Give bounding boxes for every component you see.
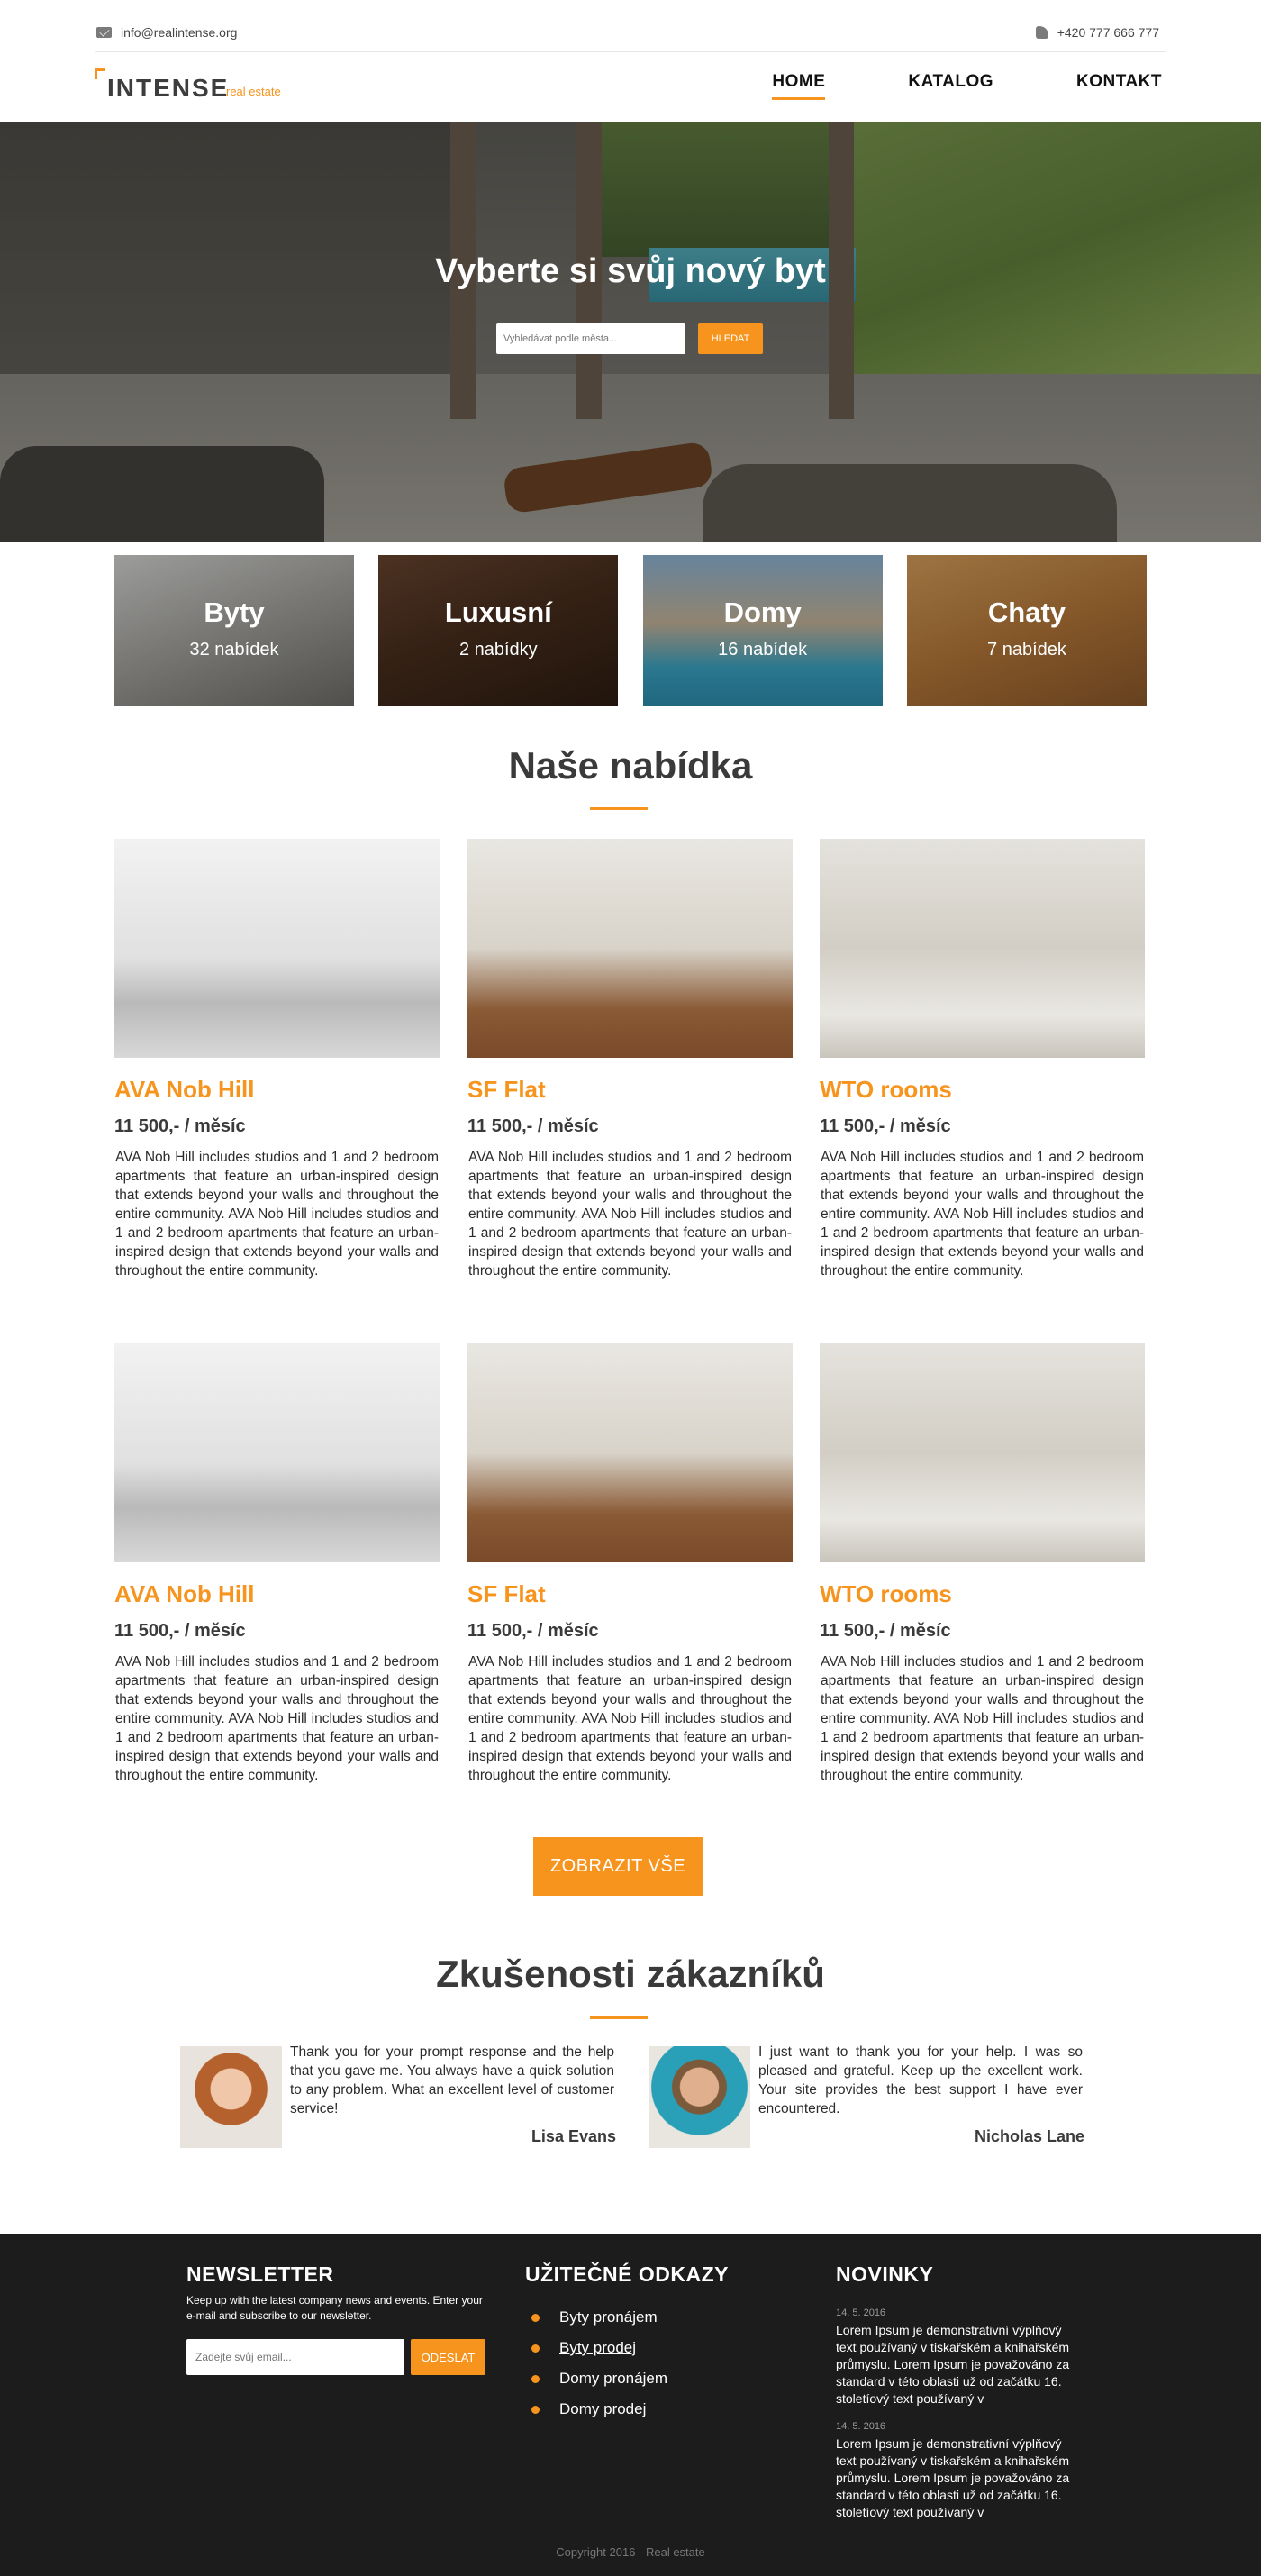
top-bar: info@realintense.org +420 777 666 777 <box>0 0 1261 52</box>
offer-card[interactable]: AVA Nob Hill 11 500,- / měsíc AVA Nob Hi… <box>114 839 440 1280</box>
category-count: 2 nabídky <box>458 640 538 660</box>
news-date: 14. 5. 2016 <box>836 2307 886 2318</box>
offers-title: Naše nabídka <box>508 744 753 787</box>
testimonial-text: Thank you for your prompt response and t… <box>290 2044 614 2116</box>
offer-description: AVA Nob Hill includes studios and 1 and … <box>468 1654 792 1783</box>
newsletter-title: NEWSLETTER <box>186 2262 334 2286</box>
site-header: INTENSE real estate HOME KATALOG KONTAKT <box>0 52 1261 122</box>
offer-name[interactable]: WTO rooms <box>820 1580 1145 1608</box>
footer-link[interactable]: Byty pronájem <box>531 2302 667 2333</box>
offer-card[interactable]: AVA Nob Hill 11 500,- / měsíc AVA Nob Hi… <box>114 1343 440 1785</box>
offer-name[interactable]: AVA Nob Hill <box>114 1580 440 1608</box>
phone-text: +420 777 666 777 <box>1057 25 1159 40</box>
offer-card[interactable]: WTO rooms 11 500,- / měsíc AVA Nob Hill … <box>820 839 1145 1280</box>
logo-corner-mark <box>95 68 105 79</box>
category-byty[interactable]: Byty 32 nabídek <box>114 555 354 706</box>
category-title: Chaty <box>987 596 1066 628</box>
phone-icon <box>1035 26 1048 39</box>
offer-price: 11 500,- / měsíc <box>467 1116 599 1136</box>
offer-price: 11 500,- / měsíc <box>467 1621 599 1641</box>
footer-link[interactable]: Byty prodej <box>531 2333 667 2363</box>
offer-name[interactable]: WTO rooms <box>820 1076 1145 1104</box>
nav-kontakt[interactable]: KONTAKT <box>1076 72 1162 100</box>
testimonial-text: I just want to thank you for your help. … <box>758 2044 1083 2116</box>
main-nav: HOME KATALOG KONTAKT <box>689 72 1162 100</box>
bullet-icon <box>531 2313 540 2322</box>
mail-icon <box>96 27 112 38</box>
testimonial: Thank you for your prompt response and t… <box>180 2044 641 2150</box>
newsletter-text: Keep up with the latest company news and… <box>186 2294 483 2322</box>
offer-image[interactable] <box>114 839 440 1058</box>
category-chaty[interactable]: Chaty 7 nabídek <box>906 555 1147 706</box>
offer-card[interactable]: SF Flat 11 500,- / měsíc AVA Nob Hill in… <box>467 839 793 1280</box>
city-search-input[interactable] <box>496 323 685 354</box>
newsletter-submit-button[interactable]: ODESLAT <box>411 2339 485 2375</box>
testimonial-author: Nicholas Lane <box>974 2127 1084 2145</box>
category-luxusni[interactable]: Luxusní 2 nabídky <box>378 555 619 706</box>
news-text: Lorem Ipsum je demonstrativní výplňový t… <box>836 2436 1070 2519</box>
hero-title: Vyberte si svůj nový byt <box>435 252 826 290</box>
news-date: 14. 5. 2016 <box>836 2421 886 2432</box>
testimonials-title-underline <box>590 2016 648 2019</box>
footer-link[interactable]: Domy prodej <box>531 2394 667 2425</box>
category-count: 16 nabídek <box>718 640 808 660</box>
news-item[interactable]: 14. 5. 2016 Lorem Ipsum je demonstrativn… <box>836 2421 1070 2521</box>
offer-image[interactable] <box>820 839 1145 1058</box>
news-title: NOVINKY <box>836 2262 934 2286</box>
category-title: Domy <box>723 596 802 628</box>
offer-description: AVA Nob Hill includes studios and 1 and … <box>468 1150 792 1279</box>
offer-description: AVA Nob Hill includes studios and 1 and … <box>115 1654 439 1783</box>
nav-home[interactable]: HOME <box>772 72 826 100</box>
offer-name[interactable]: SF Flat <box>467 1076 793 1104</box>
offer-image[interactable] <box>467 1343 793 1562</box>
category-title: Luxusní <box>444 596 552 628</box>
testimonial: I just want to thank you for your help. … <box>649 2044 1110 2150</box>
show-all-button[interactable]: ZOBRAZIT VŠE <box>533 1837 703 1896</box>
contact-phone[interactable]: +420 777 666 777 <box>1035 25 1159 40</box>
newsletter-email-input[interactable] <box>186 2339 404 2375</box>
offer-name[interactable]: SF Flat <box>467 1580 793 1608</box>
offer-price: 11 500,- / měsíc <box>820 1621 951 1641</box>
offer-price: 11 500,- / měsíc <box>114 1116 246 1136</box>
category-title: Byty <box>204 596 265 628</box>
avatar <box>180 2046 282 2148</box>
contact-email[interactable]: info@realintense.org <box>96 25 237 40</box>
offers-title-underline <box>590 807 648 810</box>
offer-card[interactable]: WTO rooms 11 500,- / měsíc AVA Nob Hill … <box>820 1343 1145 1785</box>
copyright: Copyright 2016 - Real estate <box>556 2545 705 2559</box>
bullet-icon <box>531 2374 540 2383</box>
testimonials-title: Zkušenosti zákazníků <box>436 1952 825 1995</box>
offer-description: AVA Nob Hill includes studios and 1 and … <box>821 1150 1144 1279</box>
logo-word: INTENSE <box>107 74 230 102</box>
hero-banner: Vyberte si svůj nový byt HLEDAT <box>0 122 1261 542</box>
useful-links: Byty pronájem Byty prodej Domy pronájem … <box>531 2302 667 2425</box>
links-title: UŽITEČNÉ ODKAZY <box>525 2262 729 2286</box>
offer-name[interactable]: AVA Nob Hill <box>114 1076 440 1104</box>
site-footer: NEWSLETTER Keep up with the latest compa… <box>0 2234 1261 2576</box>
footer-link[interactable]: Domy pronájem <box>531 2363 667 2394</box>
category-tiles: Byty 32 nabídek Luxusní 2 nabídky Domy 1… <box>114 555 1147 706</box>
offer-description: AVA Nob Hill includes studios and 1 and … <box>115 1150 439 1279</box>
testimonial-author: Lisa Evans <box>531 2127 616 2145</box>
avatar <box>649 2046 750 2148</box>
offer-image[interactable] <box>467 839 793 1058</box>
logo-subtitle: real estate <box>226 85 281 98</box>
email-text: info@realintense.org <box>121 25 238 40</box>
category-domy[interactable]: Domy 16 nabídek <box>642 555 883 706</box>
bullet-icon <box>531 2344 540 2353</box>
offer-image[interactable] <box>114 1343 440 1562</box>
logo[interactable]: INTENSE real estate <box>95 68 302 105</box>
bullet-icon <box>531 2405 540 2414</box>
category-count: 7 nabídek <box>987 640 1066 660</box>
news-text: Lorem Ipsum je demonstrativní výplňový t… <box>836 2323 1070 2406</box>
nav-katalog[interactable]: KATALOG <box>908 72 993 100</box>
search-button[interactable]: HLEDAT <box>698 323 763 354</box>
offer-price: 11 500,- / měsíc <box>820 1116 951 1136</box>
offer-description: AVA Nob Hill includes studios and 1 and … <box>821 1654 1144 1783</box>
category-count: 32 nabídek <box>189 640 279 660</box>
news-item[interactable]: 14. 5. 2016 Lorem Ipsum je demonstrativn… <box>836 2307 1070 2408</box>
offer-card[interactable]: SF Flat 11 500,- / měsíc AVA Nob Hill in… <box>467 1343 793 1785</box>
offer-image[interactable] <box>820 1343 1145 1562</box>
offer-price: 11 500,- / měsíc <box>114 1621 246 1641</box>
